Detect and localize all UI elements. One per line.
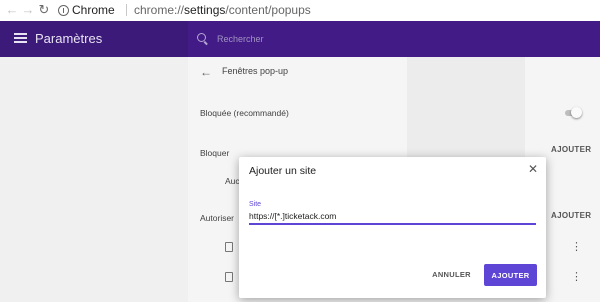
file-icon bbox=[225, 242, 233, 252]
allow-heading: Autoriser bbox=[200, 213, 235, 223]
menu-icon[interactable] bbox=[14, 33, 27, 43]
more-icon[interactable]: ⋮ bbox=[571, 242, 582, 253]
search-input[interactable]: Rechercher bbox=[217, 21, 264, 57]
page-title: Paramètres bbox=[35, 31, 103, 46]
url-scheme: chrome:// bbox=[134, 3, 185, 17]
address-separator bbox=[126, 4, 127, 16]
search-icon bbox=[197, 33, 206, 42]
search-box[interactable]: Rechercher bbox=[188, 21, 600, 57]
add-button[interactable]: AJOUTER bbox=[484, 264, 537, 286]
block-add-button[interactable]: AJOUTER bbox=[551, 145, 591, 154]
address-url[interactable]: chrome://settings/content/popups bbox=[134, 1, 311, 19]
site-field-label: Site bbox=[249, 201, 262, 208]
address-bar[interactable]: Chrome chrome://settings/content/popups bbox=[54, 1, 594, 19]
reload-icon[interactable]: ↻ bbox=[36, 2, 52, 18]
close-icon[interactable]: ✕ bbox=[527, 163, 539, 175]
file-icon bbox=[225, 272, 233, 282]
more-icon[interactable]: ⋮ bbox=[571, 272, 582, 283]
browser-toolbar: ← → ↻ Chrome chrome://settings/content/p… bbox=[0, 0, 600, 22]
back-arrow-icon[interactable]: ← bbox=[200, 65, 212, 79]
site-chip: Chrome bbox=[72, 3, 115, 17]
add-site-dialog: Ajouter un site ✕ Site ANNULER AJOUTER bbox=[239, 157, 546, 298]
page-info-icon[interactable] bbox=[58, 5, 69, 16]
forward-icon[interactable]: → bbox=[20, 2, 36, 18]
blocked-label: Bloquée (recommandé) bbox=[200, 108, 289, 118]
block-heading: Bloquer bbox=[200, 148, 230, 158]
url-host: settings bbox=[184, 3, 226, 17]
settings-header: Paramètres Rechercher bbox=[0, 21, 600, 57]
url-path: /content/popups bbox=[225, 3, 311, 17]
block-list-item: Auc bbox=[225, 176, 240, 186]
site-input[interactable] bbox=[249, 209, 536, 225]
section-title: Fenêtres pop-up bbox=[222, 66, 289, 76]
blocked-toggle-knob[interactable] bbox=[571, 107, 582, 118]
cancel-button[interactable]: ANNULER bbox=[429, 264, 474, 284]
dialog-title: Ajouter un site bbox=[249, 165, 317, 177]
allow-add-button[interactable]: AJOUTER bbox=[551, 211, 591, 220]
back-icon[interactable]: ← bbox=[4, 2, 20, 18]
